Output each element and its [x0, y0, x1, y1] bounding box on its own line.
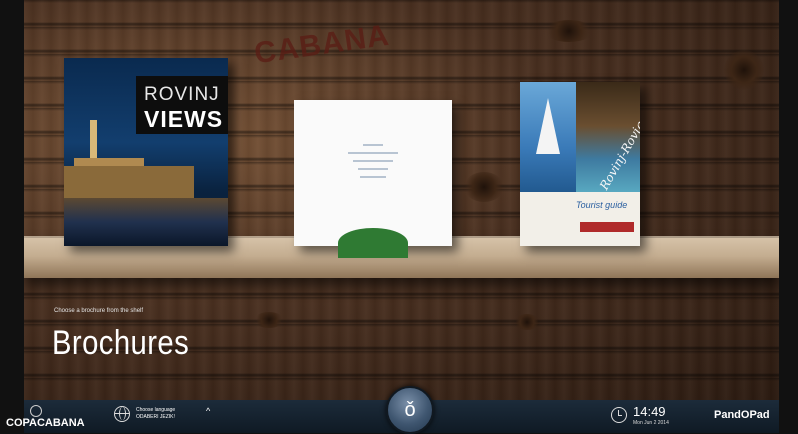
cover-subtitle: Tourist guide: [576, 200, 628, 210]
copacabana-logo: COPACABANA: [6, 417, 85, 429]
brochure-tourist-guide[interactable]: Rovinj-Rovigno Tourist guide: [520, 82, 640, 246]
language-line2: ODABERI JEZIK!: [136, 414, 175, 420]
water-reflection: [64, 198, 228, 246]
page-title: Brochures: [52, 324, 190, 362]
cover-title-line1: ROVINJ: [144, 84, 220, 105]
clock-icon: [611, 407, 627, 423]
home-button[interactable]: ǒ: [386, 386, 434, 434]
language-selector[interactable]: Choose language ODABERI JEZIK!: [114, 406, 175, 422]
wood-knot: [544, 20, 594, 42]
clock-time: 14:49: [633, 404, 666, 419]
brochure-rovinj-views[interactable]: ROVINJ VIEWS: [64, 58, 228, 246]
cover-title-line2: VIEWS: [144, 106, 224, 132]
cover-red-band: [580, 222, 634, 232]
pandopad-brand: PandOPad: [714, 409, 770, 421]
brochure-white-booklet[interactable]: [294, 100, 452, 258]
wood-knot: [464, 172, 504, 202]
sailboat-photo: [520, 82, 576, 192]
wood-knot: [514, 314, 540, 330]
town-waterfront: [64, 166, 194, 198]
sail: [536, 98, 560, 154]
cover-title-box: ROVINJ VIEWS: [136, 76, 228, 134]
clock-date: Mon Jun 2 2014: [633, 420, 669, 426]
copacabana-watermark: CABANA: [252, 18, 392, 71]
brochure-screen: CABANA ROVINJ VIEWS Rovinj-Rovigno Touri…: [24, 0, 779, 400]
cover-text-lines: [336, 138, 410, 184]
language-line1: Choose language: [136, 407, 176, 413]
copacabana-logo-icon: [30, 405, 42, 417]
home-logo-icon: ǒ: [404, 398, 416, 421]
wood-knot: [254, 312, 284, 328]
chevron-up-icon[interactable]: ^: [206, 406, 210, 416]
language-label: Choose language ODABERI JEZIK!: [136, 407, 175, 421]
wood-knot: [724, 50, 764, 90]
green-hill-graphic: [338, 228, 408, 258]
globe-icon: [114, 406, 130, 422]
shelf-hint: Choose a brochure from the shelf: [54, 308, 144, 314]
